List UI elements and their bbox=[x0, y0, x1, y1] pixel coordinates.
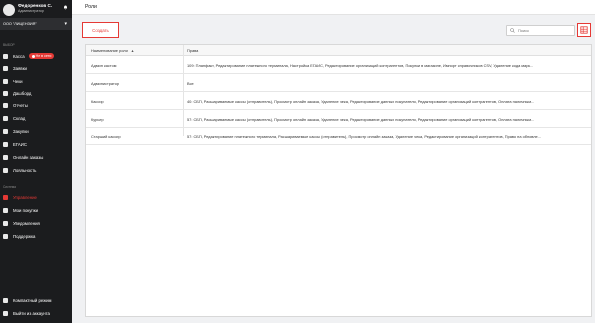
sidebar-item-warehouse[interactable]: Склад bbox=[3, 114, 69, 122]
compact-mode-icon bbox=[3, 297, 8, 303]
chevron-down-icon: ▾ bbox=[64, 21, 67, 27]
sidebar-item-loyalty[interactable]: Лояльность bbox=[3, 166, 69, 174]
sidebar-item-compact-mode[interactable]: Компактный режим bbox=[3, 296, 69, 304]
sidebar-item-support[interactable]: Поддержка bbox=[3, 232, 69, 240]
warehouse-icon bbox=[3, 115, 8, 121]
sidebar-item-label: Закупки bbox=[13, 128, 29, 134]
sidebar-item-label: Управление bbox=[13, 194, 37, 200]
sidebar-item-label: Компактный режим bbox=[13, 297, 52, 303]
rights-cell: 40: СБП, Расшариваемые кассы (отправител… bbox=[187, 99, 535, 104]
sidebar-item-label: Отчеты bbox=[13, 102, 28, 108]
bell-icon[interactable] bbox=[63, 5, 68, 10]
sidebar-item-requests[interactable]: Заявки bbox=[3, 64, 69, 72]
loyalty-icon bbox=[3, 167, 8, 173]
egais-icon bbox=[3, 141, 8, 147]
column-header-rights[interactable]: Права bbox=[187, 48, 198, 53]
user-role: Администратор bbox=[18, 9, 44, 13]
purchases-icon bbox=[3, 128, 8, 134]
sidebar-item-logout[interactable]: Выйти из аккаунта bbox=[3, 309, 69, 317]
sidebar-item-dashboard[interactable]: Дашборд bbox=[3, 89, 69, 97]
sidebar-item-label: Онлайн заказы bbox=[13, 154, 44, 160]
search-input[interactable] bbox=[518, 28, 573, 33]
management-icon bbox=[3, 194, 8, 200]
sidebar-item-label: ЕГАИС bbox=[13, 141, 27, 147]
role-name-cell: Кассир bbox=[91, 99, 104, 104]
search-icon bbox=[510, 28, 515, 33]
table-row[interactable]: Кассир 40: СБП, Расшариваемые кассы (отп… bbox=[86, 94, 591, 110]
export-button[interactable] bbox=[577, 23, 591, 37]
receipt-icon bbox=[3, 78, 8, 84]
rights-cell: 109: Планфакт, Редактирование платежного… bbox=[187, 63, 534, 68]
sidebar-item-my-purchases[interactable]: Мои покупки bbox=[3, 206, 69, 214]
sidebar-item-label: Уведомления bbox=[13, 220, 40, 226]
role-name-cell: Администратор bbox=[91, 81, 120, 86]
sidebar-item-purchases[interactable]: Закупки bbox=[3, 127, 69, 135]
logout-icon bbox=[3, 310, 8, 316]
sidebar: Федоренков С. Администратор ООО "ЛИЦЕНЗИ… bbox=[0, 0, 72, 323]
sidebar-item-label: Поддержка bbox=[13, 233, 36, 239]
notifications-icon bbox=[3, 220, 8, 226]
rights-cell: 57: СБП, Расшариваемые кассы (отправител… bbox=[187, 117, 535, 122]
sidebar-item-label: Склад bbox=[13, 115, 26, 121]
table-row[interactable]: Курьер 57: СБП, Расшариваемые кассы (отп… bbox=[86, 112, 591, 128]
sort-asc-icon[interactable]: ▲ bbox=[131, 49, 135, 53]
table-row[interactable]: Администратор Все bbox=[86, 76, 591, 92]
table-row[interactable]: Админ кастом 109: Планфакт, Редактирован… bbox=[86, 58, 591, 74]
status-badge: Не в сети bbox=[28, 53, 55, 59]
online-orders-icon bbox=[3, 154, 8, 160]
org-label: ООО "ЛИЦЕНЗИЯ" bbox=[3, 22, 37, 26]
table-row[interactable]: Старший кассир 57: СБП, Редактирование п… bbox=[86, 129, 591, 145]
sidebar-item-reports[interactable]: Отчеты bbox=[3, 101, 69, 109]
my-purchases-icon bbox=[3, 207, 8, 213]
page-title: Роли bbox=[85, 4, 97, 10]
sidebar-item-online-orders[interactable]: Онлайн заказы bbox=[3, 153, 69, 161]
sidebar-item-egais[interactable]: ЕГАИС bbox=[3, 140, 69, 148]
sidebar-item-label: Заявки bbox=[13, 65, 27, 71]
user-profile[interactable]: Федоренков С. Администратор bbox=[2, 3, 72, 17]
reports-icon bbox=[3, 102, 8, 108]
role-name-cell: Курьер bbox=[91, 117, 104, 122]
search-box[interactable] bbox=[506, 25, 575, 36]
column-header-role-name[interactable]: Наименование роли ▲ bbox=[91, 48, 134, 53]
roles-table: Наименование роли ▲ Права Админ кастом 10… bbox=[85, 44, 592, 317]
support-icon bbox=[3, 233, 8, 239]
cash-register-icon bbox=[3, 53, 8, 59]
sidebar-item-label: Касса bbox=[13, 53, 25, 59]
create-button[interactable]: Создать bbox=[82, 22, 119, 38]
table-header: Наименование роли ▲ Права bbox=[86, 45, 591, 56]
rights-cell: Все bbox=[187, 81, 194, 86]
sidebar-item-label: Выйти из аккаунта bbox=[13, 310, 50, 316]
sidebar-item-management[interactable]: Управление bbox=[3, 193, 69, 201]
sidebar-item-label: Дашборд bbox=[13, 90, 32, 96]
rights-cell: 57: СБП, Редактирование платежного терми… bbox=[187, 134, 541, 139]
sidebar-item-label: Лояльность bbox=[13, 167, 37, 173]
requests-icon bbox=[3, 65, 8, 71]
sidebar-item-label: Мои покупки bbox=[13, 207, 39, 213]
sidebar-item-cash[interactable]: Касса Не в сети bbox=[3, 52, 69, 60]
sidebar-item-notifications[interactable]: Уведомления bbox=[3, 219, 69, 227]
export-icon bbox=[580, 26, 588, 34]
role-name-cell: Админ кастом bbox=[91, 63, 117, 68]
top-bar: Роли bbox=[72, 0, 595, 15]
dashboard-icon bbox=[3, 90, 8, 96]
section-label-system: Система bbox=[3, 185, 16, 189]
sidebar-item-receipts[interactable]: Чеки bbox=[3, 77, 69, 85]
sidebar-item-label: Чеки bbox=[13, 78, 23, 84]
section-label-main: ВЫБОР bbox=[3, 43, 15, 47]
role-name-cell: Старший кассир bbox=[91, 134, 121, 139]
org-selector[interactable]: ООО "ЛИЦЕНЗИЯ" ▾ bbox=[0, 18, 72, 30]
avatar bbox=[3, 4, 15, 16]
